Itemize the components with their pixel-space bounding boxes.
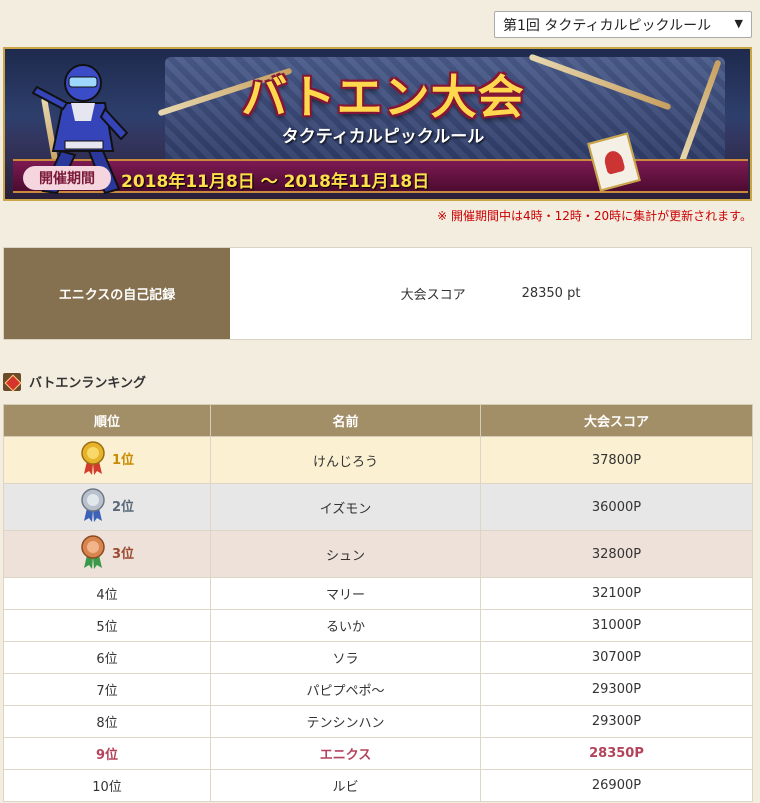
name-cell: エニクス (210, 737, 481, 770)
rank-cell: 4位 (3, 577, 211, 610)
score-cell: 29300P (480, 705, 753, 738)
table-row: 7位 パピプペポ〜 29300P (3, 673, 753, 706)
silver-medal-icon (81, 488, 105, 522)
chevron-down-icon: ▼ (734, 17, 743, 30)
gold-medal-icon (81, 441, 105, 475)
rank-cell: 3位 (80, 535, 134, 569)
banner-subtitle: タクティカルピックルール (281, 127, 485, 147)
rule-selector[interactable]: 第1回 タクティカルピックルール ▼ (494, 11, 752, 38)
name-cell: ソラ (210, 641, 481, 674)
rank-cell: 6位 (3, 641, 211, 674)
ranking-heading-text: バトエンランキング (29, 376, 147, 391)
score-cell: 26900P (480, 769, 753, 802)
table-row: 6位 ソラ 30700P (3, 641, 753, 674)
rank-cell: 8位 (3, 705, 211, 738)
rank-text: 3位 (111, 546, 135, 562)
score-cell: 32800P (480, 530, 753, 578)
rule-selector-value: 第1回 タクティカルピックルール (503, 17, 712, 34)
table-row: 5位 るいか 31000P (3, 609, 753, 642)
name-cell: テンシンハン (210, 705, 481, 738)
event-banner: バトエン大会 タクティカルピックルール 開催期間 2018年11月8日 〜 20… (3, 47, 752, 201)
rank-cell: 5位 (3, 609, 211, 642)
name-cell: パピプペポ〜 (210, 673, 481, 706)
ranking-table: 順位 名前 大会スコア 1位 けんじろう 37800P 2位 イズモン 3600… (3, 404, 753, 802)
column-header-name: 名前 (210, 404, 481, 437)
score-cell: 37800P (480, 436, 753, 484)
rank-cell: 9位 (3, 737, 211, 770)
score-cell: 28350P (480, 737, 753, 770)
diamond-icon (3, 372, 21, 391)
name-cell: ルビ (210, 769, 481, 802)
table-row: 10位 ルビ 26900P (3, 769, 753, 802)
name-cell: けんじろう (210, 436, 481, 484)
rank-cell: 1位 (80, 441, 134, 475)
self-record-panel: エニクスの自己記録 大会スコア 28350 pt (3, 247, 752, 340)
name-cell: るいか (210, 609, 481, 642)
score-cell: 29300P (480, 673, 753, 706)
score-cell: 36000P (480, 483, 753, 531)
rank-text: 1位 (111, 452, 135, 468)
rank-text: 2位 (111, 499, 135, 515)
period-label: 開催期間 (23, 166, 111, 190)
rank-cell: 2位 (80, 488, 134, 522)
banner-title: バトエン大会 (241, 70, 525, 124)
score-value: 28350 pt (521, 286, 581, 301)
table-row: 2位 イズモン 36000P (3, 483, 753, 531)
rank-cell: 10位 (3, 769, 211, 802)
score-cell: 31000P (480, 609, 753, 642)
rank-cell: 7位 (3, 673, 211, 706)
name-cell: シュン (210, 530, 481, 578)
column-header-score: 大会スコア (480, 404, 753, 437)
column-header-rank: 順位 (3, 404, 211, 437)
update-notice: ※ 開催期間中は4時・12時・20時に集計が更新されます。 (437, 209, 752, 223)
self-record-label: エニクスの自己記録 (4, 248, 230, 339)
ranking-heading: バトエンランキング (3, 372, 146, 391)
table-row: 3位 シュン 32800P (3, 530, 753, 578)
score-label: 大会スコア (400, 288, 466, 303)
table-row: 1位 けんじろう 37800P (3, 436, 753, 484)
bronze-medal-icon (81, 535, 105, 569)
name-cell: マリー (210, 577, 481, 610)
table-row: 4位 マリー 32100P (3, 577, 753, 610)
table-header-row: 順位 名前 大会スコア (3, 404, 753, 437)
table-row-self: 9位 エニクス 28350P (3, 737, 753, 770)
score-cell: 30700P (480, 641, 753, 674)
table-row: 8位 テンシンハン 29300P (3, 705, 753, 738)
self-record-value: 大会スコア 28350 pt (230, 248, 751, 339)
period-dates: 2018年11月8日 〜 2018年11月18日 (121, 172, 430, 192)
name-cell: イズモン (210, 483, 481, 531)
score-cell: 32100P (480, 577, 753, 610)
